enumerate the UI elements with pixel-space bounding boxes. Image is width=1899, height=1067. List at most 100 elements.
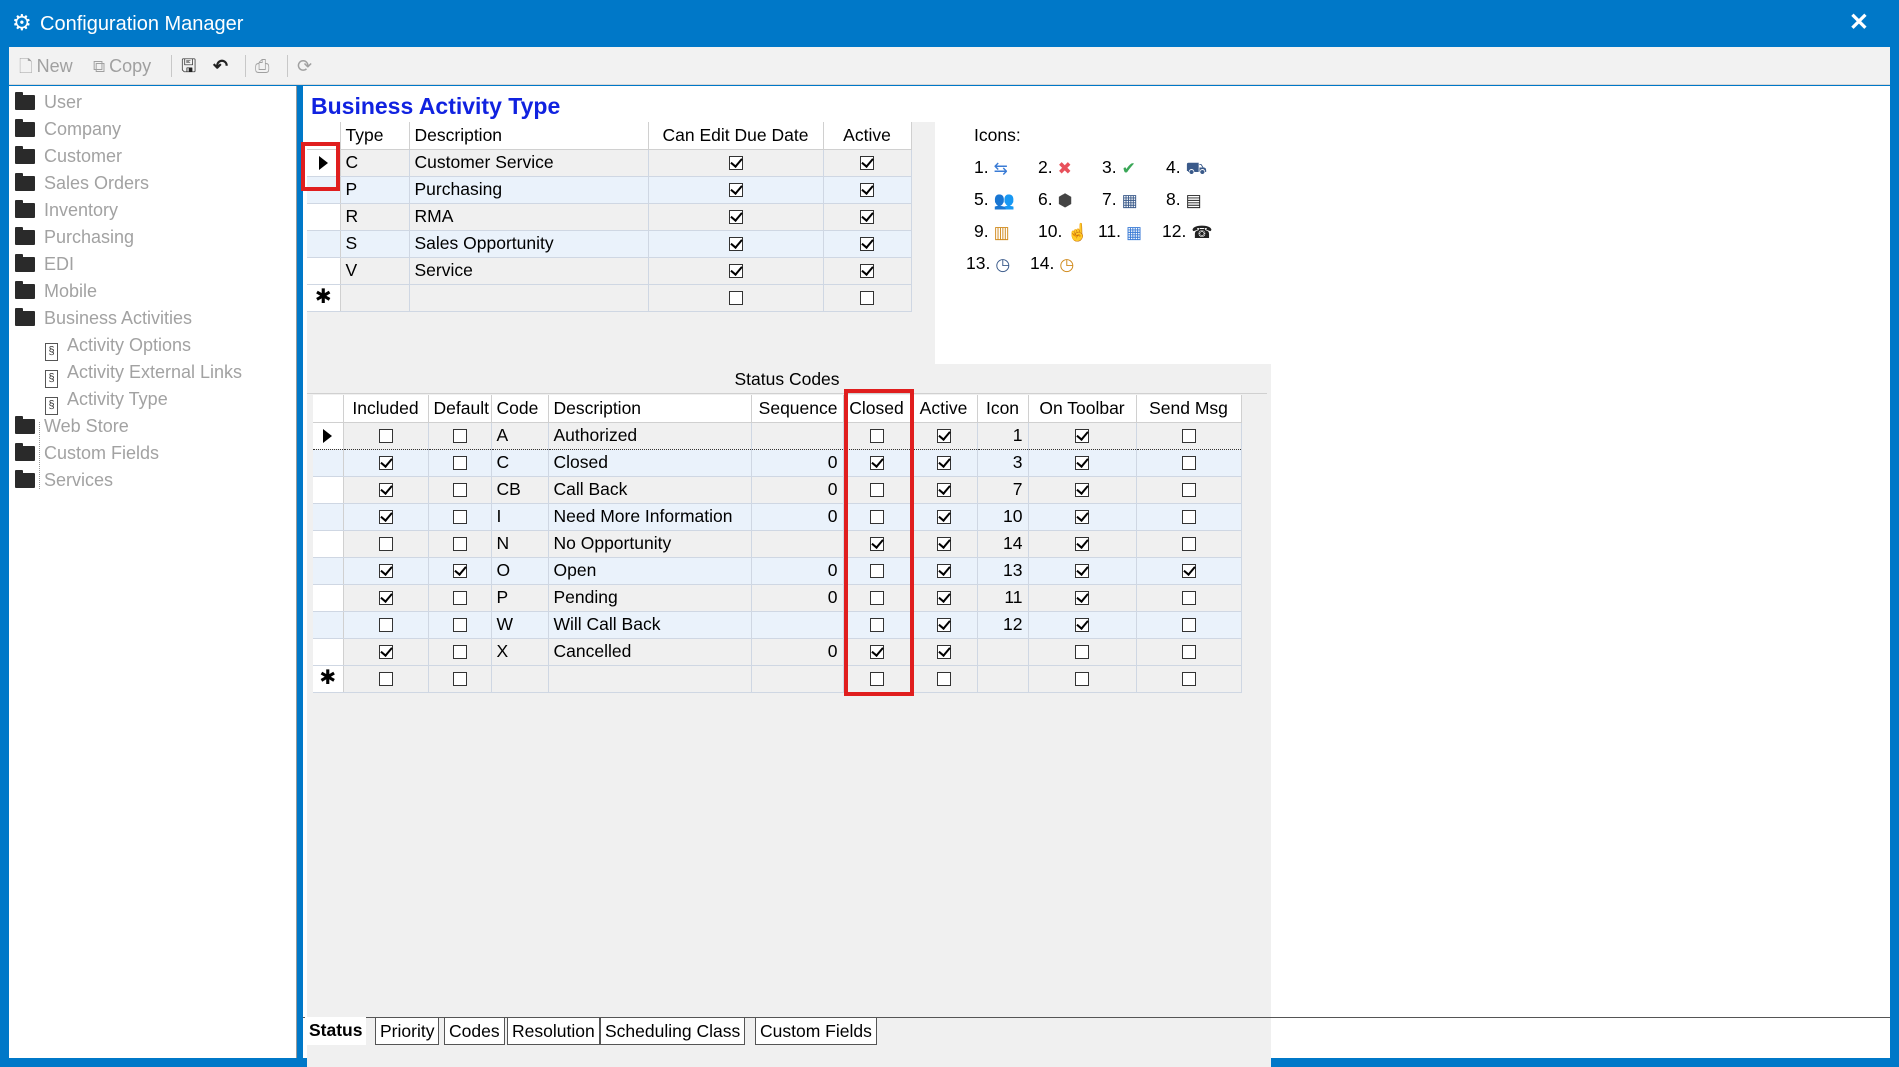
sidebar-item-customer[interactable]: Customer [15,144,122,168]
table-row[interactable]: P Pending 0 11 [313,584,1242,612]
cell-can-edit-due-date[interactable] [648,230,824,258]
print-icon[interactable]: ⎙ [255,53,269,79]
cell-icon[interactable] [977,665,1029,693]
cell-code[interactable]: C [491,449,549,477]
cell-on-toolbar[interactable] [1028,476,1137,504]
sidebar-item-user[interactable]: User [15,90,82,114]
included-checkbox[interactable] [378,537,393,552]
cell-code[interactable]: N [491,530,549,558]
copy-button[interactable]: ⧉ Copy [93,53,151,79]
cell-send-msg[interactable] [1136,584,1242,612]
cell-closed[interactable] [843,503,911,531]
cell-code[interactable]: I [491,503,549,531]
active-checkbox[interactable] [860,210,874,225]
default-checkbox[interactable] [452,564,467,579]
cell-included[interactable] [343,557,429,585]
included-checkbox[interactable] [378,510,393,525]
active-checkbox[interactable] [936,564,951,579]
table-row[interactable]: V Service [307,257,912,285]
cell-default[interactable] [428,449,492,477]
cell-description[interactable]: Customer Service [409,149,649,177]
cell-type[interactable] [340,284,410,312]
included-checkbox[interactable] [378,483,393,498]
cell-closed[interactable] [843,476,911,504]
cell-default[interactable] [428,421,492,450]
cell-can-edit-due-date[interactable] [648,149,824,177]
default-checkbox[interactable] [452,483,467,498]
active-checkbox[interactable] [936,456,951,471]
sidebar-item-sales-orders[interactable]: Sales Orders [15,171,149,195]
active-checkbox[interactable] [860,156,874,171]
table-row[interactable]: W Will Call Back 12 [313,611,1242,639]
can-edit-due-date-checkbox[interactable] [728,264,743,279]
included-checkbox[interactable] [378,645,393,660]
cell-type[interactable]: R [340,203,410,231]
cell-type[interactable]: S [340,230,410,258]
sidebar-item-mobile[interactable]: Mobile [15,279,97,303]
on-toolbar-checkbox[interactable] [1075,618,1089,633]
included-checkbox[interactable] [378,618,393,633]
active-checkbox[interactable] [860,237,874,252]
active-checkbox[interactable] [936,483,951,498]
row-selector[interactable] [313,503,344,531]
cell-description[interactable]: Closed [548,449,752,477]
send-msg-checkbox[interactable] [1181,456,1196,471]
closed-checkbox[interactable] [869,537,884,552]
closed-checkbox[interactable] [869,645,884,660]
on-toolbar-checkbox[interactable] [1075,537,1089,552]
table-row[interactable]: S Sales Opportunity [307,230,912,258]
default-checkbox[interactable] [452,672,467,687]
cell-on-toolbar[interactable] [1028,584,1137,612]
row-selector[interactable] [307,176,341,204]
sidebar-item-edi[interactable]: EDI [15,252,74,276]
col-active[interactable]: Active [823,122,912,150]
sidebar-subitem-activity-external-links[interactable]: § Activity External Links [45,360,242,388]
cell-sequence[interactable]: 0 [751,503,844,531]
closed-checkbox[interactable] [869,456,884,471]
cell-description[interactable]: Service [409,257,649,285]
cell-sequence[interactable] [751,530,844,558]
cell-closed[interactable] [843,530,911,558]
cell-sequence[interactable] [751,611,844,639]
close-button[interactable]: ✕ [1849,8,1869,37]
cell-can-edit-due-date[interactable] [648,284,824,312]
cell-included[interactable] [343,530,429,558]
tab-scheduling-class[interactable]: Scheduling Class [600,1018,746,1045]
included-checkbox[interactable] [378,456,393,471]
on-toolbar-checkbox[interactable] [1075,591,1089,606]
cell-sequence[interactable] [751,421,844,450]
cell-icon[interactable]: 12 [977,611,1029,639]
active-checkbox[interactable] [936,672,951,687]
cell-description[interactable]: Call Back [548,476,752,504]
cell-description[interactable]: Will Call Back [548,611,752,639]
cell-description[interactable]: No Opportunity [548,530,752,558]
cell-included[interactable] [343,611,429,639]
cell-code[interactable]: X [491,638,549,666]
send-msg-checkbox[interactable] [1181,672,1196,687]
cell-active[interactable] [823,176,912,204]
cell-send-msg[interactable] [1136,421,1242,450]
new-button[interactable]: 🗋 New [19,53,73,79]
cell-icon[interactable]: 13 [977,557,1029,585]
cell-send-msg[interactable] [1136,530,1242,558]
default-checkbox[interactable] [452,645,467,660]
cell-active[interactable] [910,449,978,477]
default-checkbox[interactable] [452,591,467,606]
col-code[interactable]: Code [491,395,549,423]
sidebar-item-inventory[interactable]: Inventory [15,198,118,222]
cell-send-msg[interactable] [1136,665,1242,693]
active-checkbox[interactable] [860,183,874,198]
col-can-edit-due-date[interactable]: Can Edit Due Date [648,122,824,150]
new-row[interactable]: ✱ [307,284,912,312]
cell-default[interactable] [428,503,492,531]
cell-included[interactable] [343,476,429,504]
cell-send-msg[interactable] [1136,557,1242,585]
can-edit-due-date-checkbox[interactable] [728,291,743,306]
cell-closed[interactable] [843,421,911,450]
table-row[interactable]: A Authorized 1 [313,421,1242,450]
cell-sequence[interactable]: 0 [751,584,844,612]
cell-closed[interactable] [843,665,911,693]
included-checkbox[interactable] [378,564,393,579]
default-checkbox[interactable] [452,510,467,525]
send-msg-checkbox[interactable] [1181,537,1196,552]
